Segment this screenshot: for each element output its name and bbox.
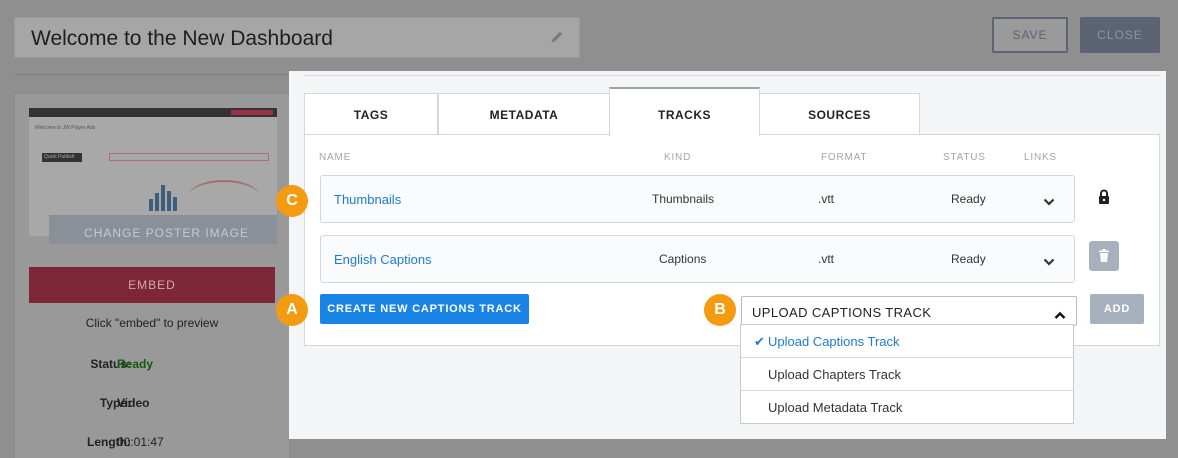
save-button[interactable]: SAVE — [992, 17, 1068, 53]
callout-marker-b: B — [704, 294, 736, 326]
tab-tags[interactable]: TAGS — [304, 93, 438, 136]
track-status: Ready — [951, 192, 986, 206]
menu-item-upload-captions[interactable]: ✔ Upload Captions Track — [741, 325, 1073, 358]
tab-metadata[interactable]: METADATA — [438, 93, 610, 136]
column-header-name: NAME — [319, 152, 352, 163]
check-icon: ✔ — [754, 334, 765, 349]
change-poster-button[interactable]: CHANGE POSTER IMAGE — [49, 215, 277, 244]
column-header-kind: KIND — [664, 152, 692, 163]
track-format: .vtt — [818, 252, 835, 266]
column-header-format: FORMAT — [821, 152, 868, 163]
column-header-links: LINKS — [1024, 152, 1057, 163]
pencil-icon[interactable] — [549, 29, 565, 45]
title-field[interactable]: Welcome to the New Dashboard — [14, 17, 580, 58]
callout-marker-a: A — [276, 294, 308, 326]
menu-item-upload-metadata[interactable]: Upload Metadata Track — [741, 391, 1073, 424]
track-kind: Thumbnails — [652, 192, 715, 206]
modal-divider — [304, 75, 1160, 76]
track-row: Thumbnails Thumbnails .vtt Ready — [320, 175, 1075, 223]
tab-tracks[interactable]: TRACKS — [609, 87, 760, 136]
upload-track-menu: ✔ Upload Captions Track Upload Chapters … — [740, 324, 1074, 424]
tab-sources[interactable]: SOURCES — [759, 93, 920, 136]
menu-item-upload-chapters[interactable]: Upload Chapters Track — [741, 358, 1073, 391]
upload-track-select[interactable]: UPLOAD CAPTIONS TRACK — [741, 296, 1077, 326]
page-title: Welcome to the New Dashboard — [31, 27, 333, 50]
select-value: UPLOAD CAPTIONS TRACK — [752, 305, 932, 320]
status-value: Ready — [117, 357, 154, 371]
track-name-link[interactable]: English Captions — [334, 252, 432, 267]
track-format: .vtt — [818, 192, 835, 206]
length-value: 00:01:47 — [117, 435, 164, 449]
type-value: Video — [117, 396, 150, 410]
lock-icon — [1098, 189, 1110, 204]
add-button[interactable]: ADD — [1090, 294, 1144, 324]
track-status: Ready — [951, 252, 986, 266]
video-sidebar: Welcome to JW Player Ads Quick Publish C… — [14, 93, 290, 458]
delete-track-button[interactable] — [1089, 241, 1119, 271]
trash-icon — [1099, 249, 1109, 262]
chevron-up-icon — [1054, 307, 1066, 319]
close-button[interactable]: CLOSE — [1080, 17, 1160, 53]
chevron-down-icon[interactable] — [1043, 254, 1055, 266]
embed-hint: Click "embed" to preview — [85, 316, 219, 330]
callout-marker-c: C — [276, 185, 308, 217]
track-name-link[interactable]: Thumbnails — [334, 192, 401, 207]
embed-button[interactable]: EMBED — [29, 267, 275, 303]
column-header-status: STATUS — [943, 152, 986, 163]
create-captions-track-button[interactable]: CREATE NEW CAPTIONS TRACK — [320, 294, 529, 324]
track-kind: Captions — [659, 252, 707, 266]
divider — [14, 74, 290, 75]
poster-thumbnail: Welcome to JW Player Ads Quick Publish C… — [29, 108, 277, 244]
track-row: English Captions Captions .vtt Ready — [320, 235, 1075, 283]
chevron-down-icon[interactable] — [1043, 194, 1055, 206]
